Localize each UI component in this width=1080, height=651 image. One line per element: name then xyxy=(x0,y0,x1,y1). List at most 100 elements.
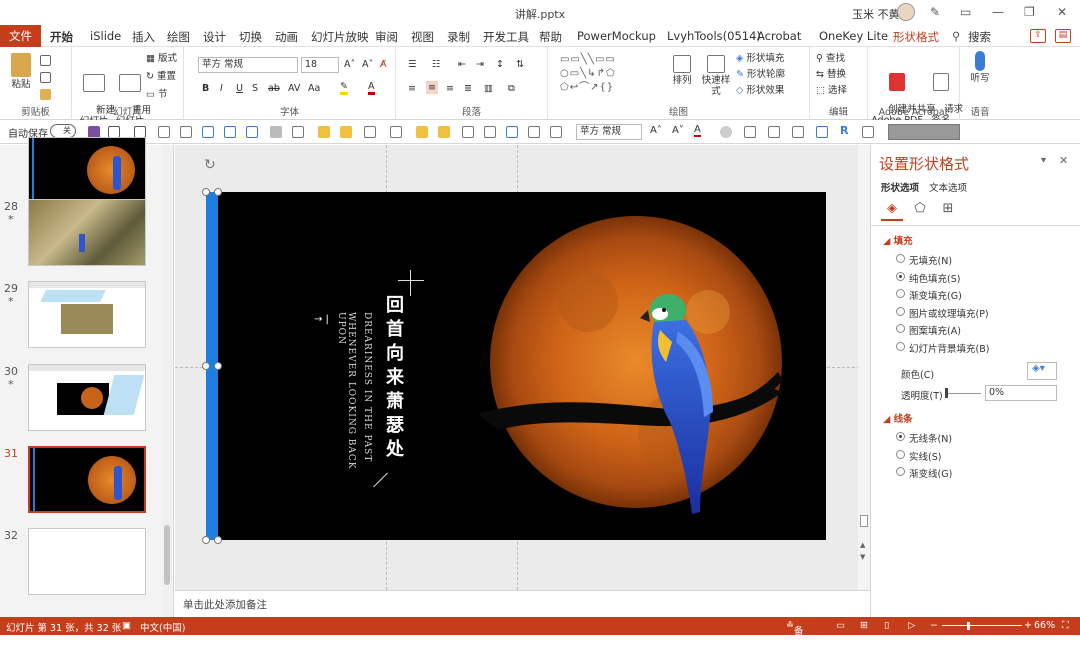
send-backward-icon[interactable] xyxy=(340,126,352,138)
canvas-scrollbar[interactable]: ▲ ▼ xyxy=(858,145,870,590)
fill-option-label[interactable]: 幻灯片背景填充(B) xyxy=(909,341,989,355)
slide-thumbnail[interactable] xyxy=(28,528,146,595)
strike-icon[interactable]: ab xyxy=(268,83,280,94)
tab-插入[interactable]: 插入 xyxy=(132,29,155,45)
qat-font-select[interactable]: 苹方 常规 xyxy=(576,124,642,140)
rotate-handle-icon[interactable]: ↻ xyxy=(204,157,216,173)
fill-option-radio[interactable] xyxy=(896,324,905,333)
translate-icon[interactable] xyxy=(550,126,562,138)
format-icon[interactable] xyxy=(158,126,170,138)
notes-pane[interactable]: 单击此处添加备注 xyxy=(175,590,870,617)
line-option-radio[interactable] xyxy=(896,432,905,441)
shape-effects-button[interactable]: ◇ 形状效果 xyxy=(736,85,784,96)
font-size-select[interactable]: 18 xyxy=(301,57,339,73)
dictate-button[interactable]: 听写 xyxy=(966,51,994,84)
change-case-icon[interactable]: Aa xyxy=(308,83,320,94)
tab-审阅[interactable]: 审阅 xyxy=(375,29,398,45)
handle-bottom-right[interactable] xyxy=(214,536,222,544)
slide-thumbnail[interactable] xyxy=(28,199,146,266)
columns-icon[interactable]: ▥ xyxy=(484,83,493,94)
clear-format-icon[interactable]: A̸ xyxy=(380,59,387,70)
underline-icon[interactable]: U xyxy=(236,83,243,94)
handle-top-right[interactable] xyxy=(214,188,222,196)
effects-icon[interactable]: ⬠ xyxy=(909,201,931,221)
tab-powermockup[interactable]: PowerMockup xyxy=(577,29,656,43)
font-color-icon[interactable]: A xyxy=(368,81,375,95)
pane-close-icon[interactable]: ✕ xyxy=(1059,154,1068,167)
size-properties-icon[interactable]: ⊞ xyxy=(937,201,959,221)
search-box[interactable]: 搜索 xyxy=(968,29,991,45)
tab-text-options[interactable]: 文本选项 xyxy=(929,180,967,194)
lock-icon[interactable] xyxy=(792,126,804,138)
transparency-slider-thumb[interactable] xyxy=(945,388,948,398)
cut-icon[interactable] xyxy=(40,55,51,66)
notes-toggle[interactable]: ≗ 备注 xyxy=(786,620,803,651)
connector-icon[interactable] xyxy=(768,126,780,138)
extend-icon[interactable] xyxy=(862,126,874,138)
language-status[interactable]: 中文(中国) xyxy=(140,620,185,634)
arrange-button[interactable]: 排列 xyxy=(668,55,696,86)
brush-icon[interactable] xyxy=(180,126,192,138)
zoom-in-icon[interactable]: + xyxy=(1024,620,1032,631)
line-option-label[interactable]: 实线(S) xyxy=(909,449,941,463)
tab-开发工具[interactable]: 开发工具 xyxy=(483,29,529,45)
indent-icon[interactable]: ⇤ xyxy=(458,59,466,70)
textbox-icon[interactable] xyxy=(202,126,214,138)
tab-shape-options[interactable]: 形状选项 xyxy=(881,180,919,194)
picture-icon[interactable] xyxy=(224,126,236,138)
line-spacing-icon[interactable]: ↕ xyxy=(496,59,504,70)
slide-thumbnail[interactable] xyxy=(28,281,146,348)
tab-视图[interactable]: 视图 xyxy=(411,29,434,45)
grow-font-icon[interactable]: A˄ xyxy=(344,59,355,70)
tab-帮助[interactable]: 帮助 xyxy=(539,29,562,45)
select-button[interactable]: ⬚ 选择 xyxy=(816,85,847,96)
tab-开始[interactable]: 开始 xyxy=(50,29,73,49)
chart-icon[interactable] xyxy=(816,126,828,138)
font-color-qat-icon[interactable]: A xyxy=(694,124,701,137)
circle-icon[interactable] xyxy=(720,126,732,138)
color-picker[interactable]: ◈▾ xyxy=(1027,362,1057,380)
zoom-slider-thumb[interactable] xyxy=(967,622,970,630)
share-icon[interactable]: ⇪ xyxy=(1030,29,1046,43)
tab-动画[interactable]: 动画 xyxy=(275,29,298,45)
zoom-out-icon[interactable]: − xyxy=(930,620,938,631)
tab-幻灯片放映[interactable]: 幻灯片放映 xyxy=(311,29,369,45)
fit-slide-icon[interactable]: ⛶ xyxy=(1062,620,1069,631)
handle-top-left[interactable] xyxy=(202,188,210,196)
normal-view-icon[interactable]: ▭ xyxy=(836,620,845,631)
slideshow-icon[interactable]: ▷ xyxy=(908,620,915,631)
line-option-label[interactable]: 无线条(N) xyxy=(909,431,952,445)
slide-thumbnail[interactable] xyxy=(28,446,146,513)
italic-icon[interactable]: I xyxy=(220,83,223,94)
grow-font-qat-icon[interactable]: A˄ xyxy=(650,125,662,136)
fill-option-label[interactable]: 无填充(N) xyxy=(909,253,952,267)
handle-bottom-left[interactable] xyxy=(202,536,210,544)
shapes-gallery[interactable]: ▭▭╲╲▭▭ ○▭╲↳↱⬠ ⬠↩⌒↗{} xyxy=(560,53,664,97)
highlight-icon[interactable]: ✎ xyxy=(340,81,348,95)
tab-形状格式[interactable]: 形状格式 xyxy=(893,29,939,45)
reset-button[interactable]: ↻ 重置 xyxy=(146,71,176,82)
pen-icon[interactable]: ✎ xyxy=(930,5,940,19)
tab-onekey-lite[interactable]: OneKey Lite xyxy=(819,29,888,43)
fill-option-label[interactable]: 渐变填充(G) xyxy=(909,288,962,302)
slide-thumbnail[interactable] xyxy=(28,364,146,431)
fill-option-radio[interactable] xyxy=(896,341,905,351)
section-button[interactable]: ▭ 节 xyxy=(146,89,168,100)
shadow-icon[interactable]: S xyxy=(252,83,258,94)
restore-icon[interactable]: ❐ xyxy=(1024,5,1035,19)
tab-绘图[interactable]: 绘图 xyxy=(167,29,190,45)
line-section-header[interactable]: ◢ 线条 xyxy=(883,411,913,425)
outdent-icon[interactable]: ⇥ xyxy=(476,59,484,70)
duplicate-icon[interactable] xyxy=(416,126,428,138)
fill-section-header[interactable]: ◢ 填充 xyxy=(883,233,913,247)
bold-icon[interactable]: B xyxy=(202,83,209,94)
handle-mid-left[interactable] xyxy=(202,362,210,370)
numbering-icon[interactable]: ☷ xyxy=(432,59,441,70)
comments-icon[interactable]: ▤ xyxy=(1055,29,1071,43)
spell-check-icon[interactable]: ▣ xyxy=(122,620,131,631)
transparency-slider[interactable] xyxy=(945,393,981,394)
slide-canvas[interactable]: 回首向来萧瑟处 WHENEVER LOOKING BACK UPON DREAR… xyxy=(208,192,826,540)
handle-mid-right[interactable] xyxy=(214,362,222,370)
layout-button[interactable]: ▦ 版式 xyxy=(146,53,177,64)
slide-title[interactable]: 回首向来萧瑟处 xyxy=(386,294,410,462)
